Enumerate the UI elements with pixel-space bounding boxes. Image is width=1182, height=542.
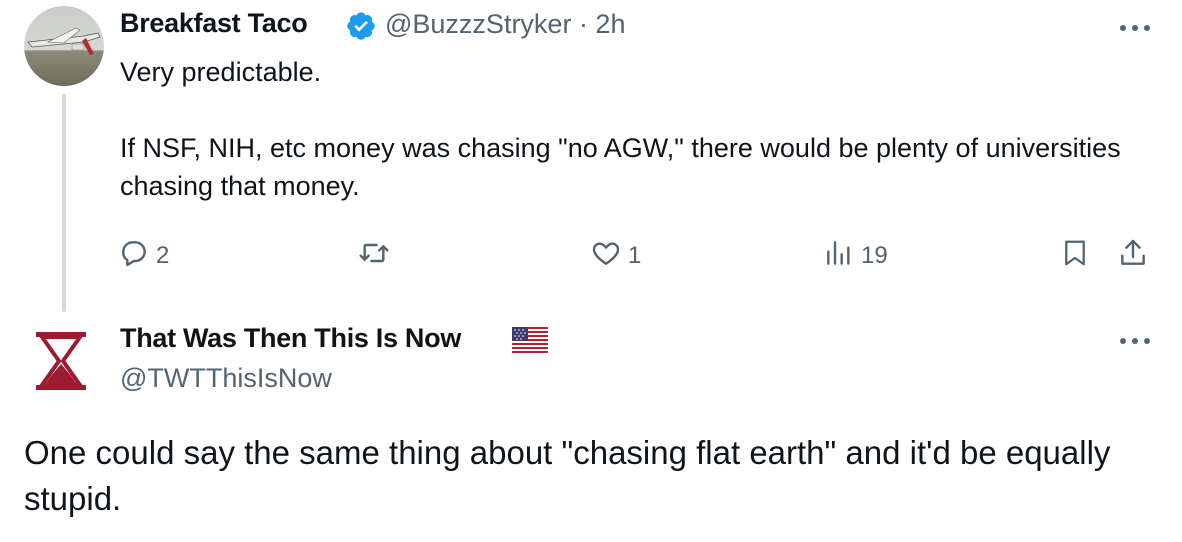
view-count: 19 xyxy=(861,242,888,269)
hourglass-icon[interactable] xyxy=(30,330,92,392)
us-flag-icon xyxy=(512,327,548,353)
author-handle-time[interactable]: @BuzzzStryker · 2h xyxy=(385,9,625,40)
like-button[interactable]: 1 xyxy=(590,236,641,276)
tweet-text-line: Very predictable. xyxy=(120,57,322,87)
author-name[interactable]: Breakfast Taco xyxy=(120,8,308,39)
tweet-text: Very predictable. If NSF, NIH, etc money… xyxy=(120,53,1140,205)
more-options-icon[interactable] xyxy=(1115,18,1155,38)
views-icon xyxy=(823,237,855,276)
like-count: 1 xyxy=(628,242,642,269)
author-name[interactable]: That Was Then This Is Now xyxy=(120,323,461,354)
retweet-button[interactable] xyxy=(357,236,397,276)
reply-count: 2 xyxy=(156,242,170,269)
avatar-breakfast-taco[interactable] xyxy=(24,6,104,86)
reply-button[interactable]: 2 xyxy=(118,236,169,276)
thread-connector-line xyxy=(62,94,66,312)
tweet-text-paragraph: If NSF, NIH, etc money was chasing "no A… xyxy=(120,133,1121,201)
like-icon xyxy=(590,237,622,276)
more-options-icon[interactable] xyxy=(1115,331,1155,351)
share-button[interactable] xyxy=(1117,236,1149,276)
verified-badge-icon xyxy=(345,10,377,42)
bookmark-icon xyxy=(1060,237,1090,276)
retweet-icon xyxy=(357,237,391,276)
reply-icon xyxy=(118,237,150,276)
bookmark-button[interactable] xyxy=(1060,236,1090,276)
tweet-text: One could say the same thing about "chas… xyxy=(24,434,1111,517)
share-icon xyxy=(1117,237,1149,276)
author-handle[interactable]: @TWTThisIsNow xyxy=(120,363,332,394)
views-button[interactable]: 19 xyxy=(823,236,888,276)
